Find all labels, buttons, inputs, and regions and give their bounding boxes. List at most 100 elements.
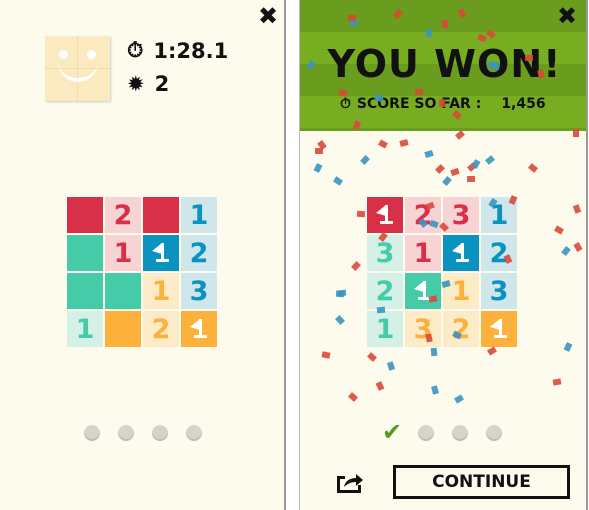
cell-number: 3	[489, 275, 509, 307]
confetti-piece	[471, 158, 481, 169]
number-cell[interactable]: 3	[405, 311, 441, 347]
confetti-piece	[367, 351, 377, 362]
confetti-piece	[484, 154, 495, 165]
cell-number: 1	[375, 313, 395, 345]
confetti-piece	[466, 176, 476, 183]
number-cell[interactable]: 2	[481, 235, 517, 271]
confetti-piece	[430, 385, 439, 395]
number-cell[interactable]: 1	[443, 273, 479, 309]
confetti-piece	[386, 361, 396, 371]
progress-dot	[152, 425, 168, 441]
check-icon: ✔	[382, 418, 403, 446]
confetti-piece	[399, 139, 409, 147]
close-icon[interactable]: ✖	[258, 2, 278, 30]
confetti-piece	[487, 346, 498, 356]
number-cell[interactable]: 2	[443, 311, 479, 347]
progress-dot	[118, 425, 134, 441]
confetti-piece	[356, 210, 366, 218]
number-cell[interactable]: 2	[105, 197, 141, 233]
stopwatch-icon: ⏱	[127, 38, 144, 62]
close-icon[interactable]: ✖	[557, 2, 577, 30]
number-cell[interactable]: 1	[143, 273, 179, 309]
confetti-piece	[430, 347, 438, 357]
revealed-cell[interactable]	[67, 197, 103, 233]
flagged-cell[interactable]	[443, 235, 479, 271]
win-panel: 231312213132 YOU WON! ⏱ SCORE SO FAR : 1…	[299, 0, 588, 510]
cell-number: 1	[151, 275, 171, 307]
cell-number: 2	[451, 313, 471, 345]
revealed-cell[interactable]	[105, 273, 141, 309]
flagged-cell[interactable]	[143, 235, 179, 271]
mine-count: ✹ 2	[127, 72, 170, 96]
number-cell[interactable]: 3	[181, 273, 217, 309]
progress-dot	[418, 425, 434, 441]
number-cell[interactable]: 3	[367, 235, 403, 271]
cell-number: 3	[375, 237, 395, 269]
confetti-piece	[415, 88, 424, 96]
number-cell[interactable]: 1	[405, 235, 441, 271]
cell-number: 1	[189, 199, 209, 231]
confetti-piece	[573, 203, 582, 214]
number-cell[interactable]: 1	[367, 311, 403, 347]
confetti-piece	[424, 149, 434, 158]
confetti-piece	[334, 315, 345, 326]
share-icon[interactable]	[335, 470, 365, 494]
number-cell[interactable]: 1	[105, 235, 141, 271]
confetti-piece	[563, 342, 573, 353]
revealed-cell[interactable]	[67, 235, 103, 271]
mine-icon: ✹	[127, 72, 145, 96]
confetti-piece	[321, 351, 331, 360]
progress-dot	[84, 425, 100, 441]
stopwatch-icon: ⏱	[340, 96, 351, 112]
number-cell[interactable]: 2	[143, 311, 179, 347]
cell-number: 1	[75, 313, 95, 345]
cell-number: 3	[189, 275, 209, 307]
smiley-face-icon[interactable]	[45, 36, 110, 101]
confetti-piece	[425, 333, 433, 343]
revealed-cell[interactable]	[67, 273, 103, 309]
number-cell[interactable]: 1	[181, 197, 217, 233]
cell-number: 2	[489, 237, 509, 269]
confetti-piece	[337, 289, 347, 296]
confetti-piece	[360, 155, 371, 166]
confetti-piece	[347, 392, 358, 403]
confetti-piece	[573, 128, 580, 138]
timer: ⏱ 1:28.1	[127, 38, 229, 63]
confetti-piece	[347, 14, 357, 22]
confetti-piece	[428, 294, 438, 303]
confetti-piece	[527, 163, 538, 173]
game-panel: ✖ ⏱ 1:28.1 ✹ 2 21121312	[0, 0, 286, 510]
cell-number: 2	[151, 313, 171, 345]
confetti-piece	[454, 130, 465, 141]
confetti-piece	[314, 147, 323, 154]
progress-dot	[186, 425, 202, 441]
confetti-piece	[441, 19, 448, 28]
confetti-piece	[435, 163, 446, 174]
flagged-cell[interactable]	[481, 311, 517, 347]
flagged-cell[interactable]	[405, 273, 441, 309]
confetti-piece	[525, 54, 534, 61]
continue-button[interactable]: CONTINUE	[393, 465, 570, 499]
confetti-piece	[375, 380, 385, 391]
flagged-cell[interactable]	[181, 311, 217, 347]
confetti-piece	[442, 175, 452, 186]
flagged-cell[interactable]	[367, 197, 403, 233]
cell-number: 2	[189, 237, 209, 269]
confetti-piece	[313, 162, 323, 173]
cell-number: 1	[451, 275, 471, 307]
number-cell[interactable]: 2	[181, 235, 217, 271]
revealed-cell[interactable]	[105, 311, 141, 347]
cell-number: 1	[113, 237, 133, 269]
confetti-piece	[561, 245, 572, 256]
cell-number: 2	[375, 275, 395, 307]
minefield-grid: 231312213132	[367, 197, 517, 347]
cell-number: 3	[451, 199, 471, 231]
progress-dot	[486, 425, 502, 441]
number-cell[interactable]: 1	[67, 311, 103, 347]
number-cell[interactable]: 3	[481, 273, 517, 309]
revealed-cell[interactable]	[143, 197, 179, 233]
progress-dot	[452, 425, 468, 441]
confetti-piece	[573, 241, 583, 252]
minefield-grid: 21121312	[67, 197, 217, 347]
number-cell[interactable]: 2	[367, 273, 403, 309]
